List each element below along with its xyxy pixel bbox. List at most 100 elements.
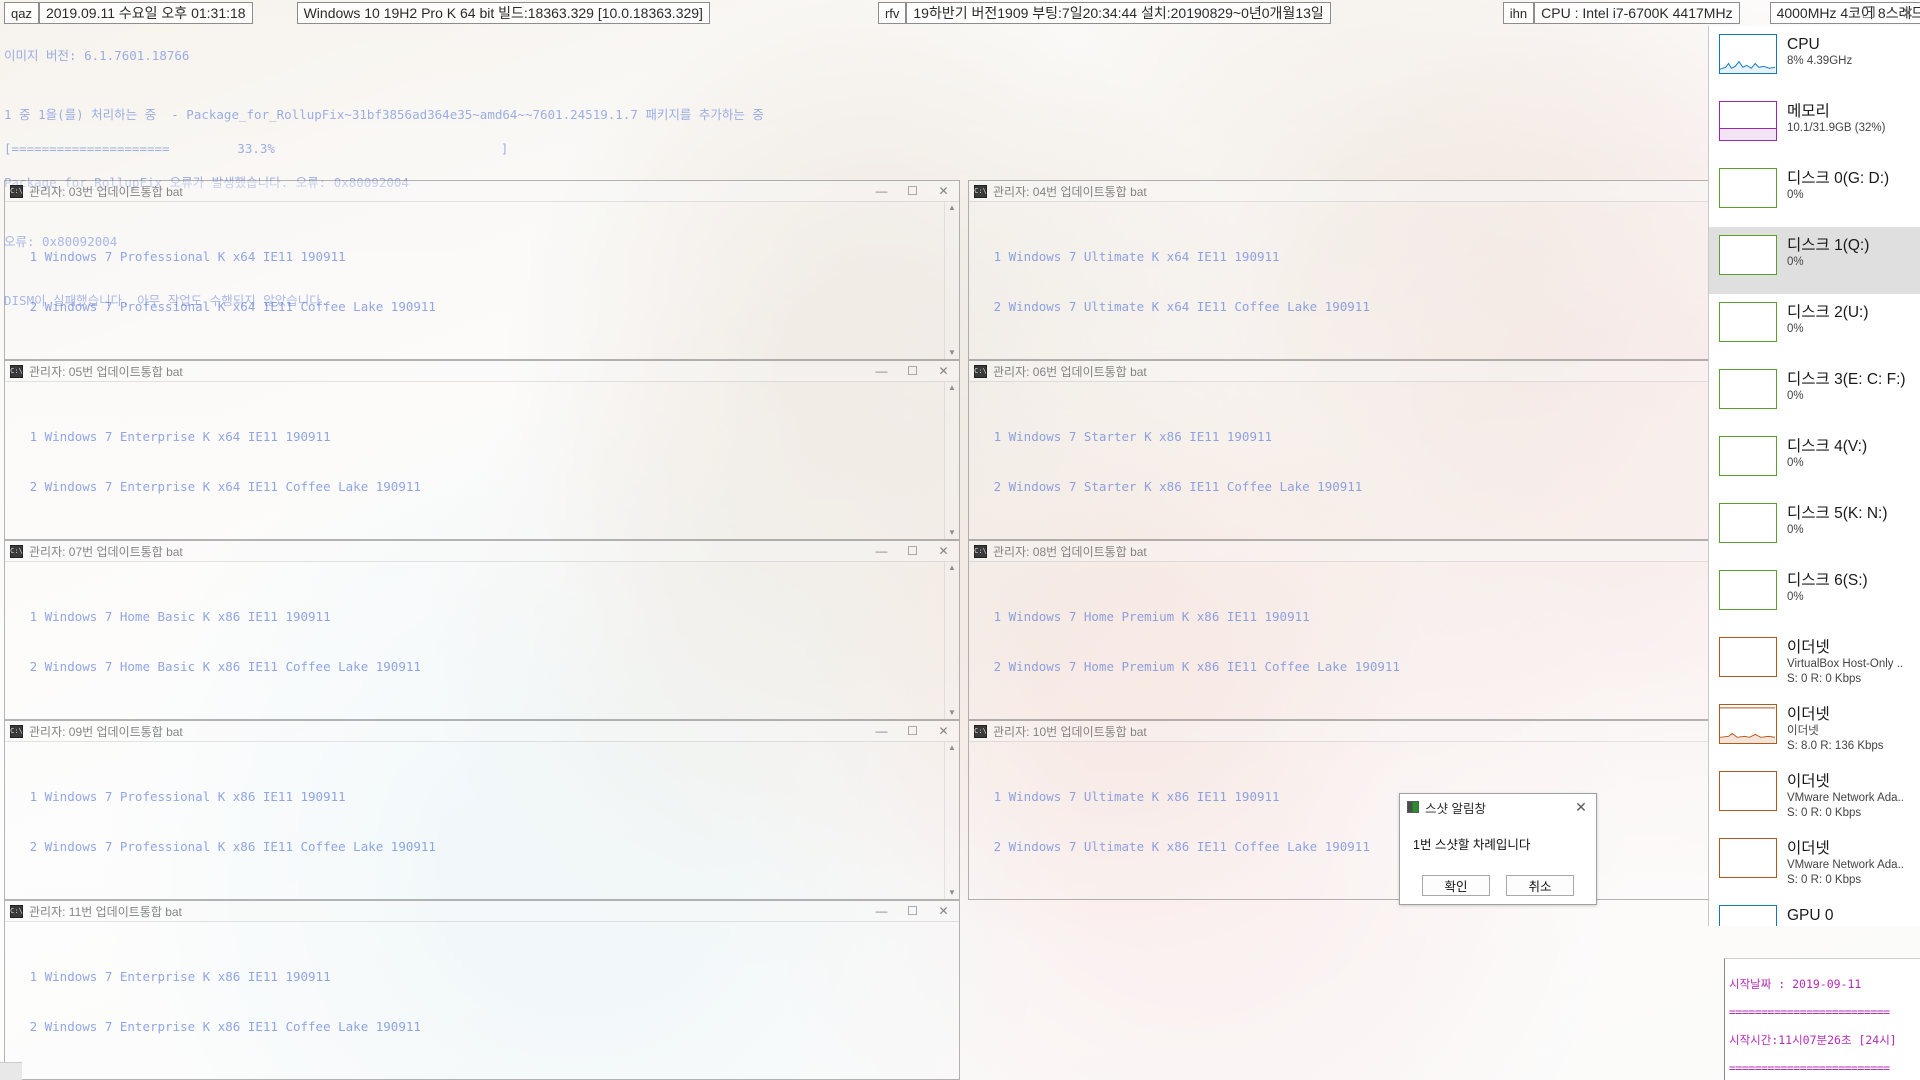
resource-graph-thumbnail — [1719, 905, 1777, 926]
task-manager-item[interactable]: 디스크 6(S:) 0% — [1709, 562, 1920, 629]
console-body: 1 Windows 7 Professional K x64 IE11 1909… — [5, 202, 959, 359]
console-titlebar[interactable]: C:\ 관리자: 07번 업데이트통합 bat — ☐ ✕ — [5, 541, 959, 562]
resource-value: 0% — [1787, 591, 1804, 603]
dism-line-0: 이미지 버전: 6.1.7601.18766 — [4, 48, 190, 63]
console-window-07[interactable]: C:\ 관리자: 07번 업데이트통합 bat — ☐ ✕ 1 Windows … — [4, 540, 960, 720]
console-title-label: 관리자: 07번 업데이트통합 bat — [29, 544, 183, 559]
sparkline — [1720, 707, 1776, 743]
topbar-key-label: qaz — [11, 5, 32, 21]
scroll-up-icon[interactable]: ▲ — [948, 382, 956, 394]
task-manager-item[interactable]: 이더넷 VMware Network Ada.. S: 0 R: 0 Kbps — [1709, 830, 1920, 897]
task-manager-item[interactable]: 디스크 0(G: D:) 0% — [1709, 160, 1920, 227]
console-icon: C:\ — [974, 544, 987, 558]
snapshot-alert-dialog[interactable]: 스샷 알림창 ✕ 1번 스샷할 차례입니다 확인 취소 — [1399, 793, 1597, 905]
console-title-label: 관리자: 11번 업데이트통합 bat — [29, 904, 182, 919]
cancel-button[interactable]: 취소 — [1506, 875, 1574, 896]
minimize-button[interactable]: — — [866, 181, 897, 202]
scroll-down-icon[interactable]: ▼ — [948, 887, 956, 899]
console-icon: C:\ — [974, 184, 987, 198]
resource-name: 디스크 3(E: C: F:) — [1787, 371, 1906, 388]
minimize-button[interactable]: — — [866, 361, 897, 382]
maximize-button[interactable]: ☐ — [897, 181, 928, 202]
resource-subtitle: VirtualBox Host-Only .. — [1787, 658, 1904, 670]
close-button[interactable]: ✕ — [928, 181, 959, 202]
task-manager-item[interactable]: 이더넷 이더넷 S: 8.0 R: 136 Kbps — [1709, 696, 1920, 763]
maximize-button[interactable]: ☐ — [897, 361, 928, 382]
task-manager-item[interactable]: 메모리 10.1/31.9GB (32%) — [1709, 93, 1920, 160]
console-scrollbar[interactable]: ▲ ▼ — [944, 742, 959, 899]
topbar-boot-info: 19하반기 버전1909 부팅:7일20:34:44 설치:20190829~0… — [906, 2, 1331, 24]
taskbar-sliver — [0, 1062, 22, 1080]
task-manager-item[interactable]: CPU 8% 4.39GHz — [1709, 26, 1920, 93]
maximize-button[interactable]: ☐ — [897, 721, 928, 742]
close-button[interactable]: ✕ — [928, 541, 959, 562]
resource-name: 디스크 1(Q:) — [1787, 237, 1870, 254]
console-line-2: 2 Windows 7 Enterprise K x86 IE11 Coffee… — [7, 1018, 421, 1034]
console-line-1: 1 Windows 7 Enterprise K x64 IE11 190911 — [7, 429, 331, 444]
console-window-buttons[interactable]: — ☐ ✕ — [866, 181, 959, 202]
scroll-up-icon[interactable]: ▲ — [948, 202, 956, 214]
resource-subtitle: VMware Network Ada.. — [1787, 859, 1904, 871]
task-manager-performance-sidebar[interactable]: CPU 8% 4.39GHz 메모리 10.1/31.9GB (32%) 디스크 0(G… — [1708, 26, 1920, 926]
resource-value: S: 0 R: 0 Kbps — [1787, 874, 1862, 886]
console-window-09[interactable]: C:\ 관리자: 09번 업데이트통합 bat — ☐ ✕ 1 Windows … — [4, 720, 960, 900]
close-icon[interactable]: ✕ — [1901, 4, 1914, 22]
maximize-button[interactable]: ☐ — [897, 541, 928, 562]
console-window-buttons[interactable]: — ☐ ✕ — [866, 541, 959, 562]
console-titlebar[interactable]: C:\ 관리자: 03번 업데이트통합 bat — ☐ ✕ — [5, 181, 959, 202]
resource-value: 8% 4.39GHz — [1787, 55, 1853, 67]
console-body: 1 Windows 7 Home Basic K x86 IE11 190911… — [5, 562, 959, 719]
task-manager-item[interactable]: 이더넷 VMware Network Ada.. S: 0 R: 0 Kbps — [1709, 763, 1920, 830]
task-manager-item[interactable]: 디스크 5(K: N:) 0% — [1709, 495, 1920, 562]
minimize-button[interactable]: — — [866, 541, 897, 562]
console-titlebar[interactable]: C:\ 관리자: 05번 업데이트통합 bat — ☐ ✕ — [5, 361, 959, 382]
task-manager-item[interactable]: 디스크 4(V:) 0% — [1709, 428, 1920, 495]
console-titlebar[interactable]: C:\ 관리자: 11번 업데이트통합 bat — ☐ ✕ — [5, 901, 959, 922]
maximize-button[interactable]: ☐ — [897, 901, 928, 922]
close-button[interactable]: ✕ — [928, 361, 959, 382]
ok-button[interactable]: 확인 — [1422, 875, 1490, 896]
minimize-button[interactable]: — — [866, 721, 897, 742]
console-window-11[interactable]: C:\ 관리자: 11번 업데이트통합 bat — ☐ ✕ 1 Windows … — [4, 900, 960, 1080]
resource-name: 메모리 — [1787, 103, 1830, 120]
resource-name: 디스크 2(U:) — [1787, 304, 1869, 321]
close-icon[interactable]: ✕ — [1570, 799, 1592, 816]
resource-value: 0% — [1787, 524, 1804, 536]
resource-graph-thumbnail — [1719, 838, 1777, 878]
console-window-05[interactable]: C:\ 관리자: 05번 업데이트통합 bat — ☐ ✕ 1 Windows … — [4, 360, 960, 540]
console-window-buttons[interactable]: — ☐ ✕ — [866, 361, 959, 382]
resource-text: 디스크 5(K: N:) 0% — [1787, 503, 1914, 538]
dialog-buttons[interactable]: 확인 취소 — [1400, 875, 1596, 896]
restore-icon[interactable]: ❐ — [1862, 4, 1875, 22]
close-button[interactable]: ✕ — [928, 901, 959, 922]
dialog-titlebar[interactable]: 스샷 알림창 ✕ — [1400, 794, 1596, 820]
scroll-down-icon[interactable]: ▼ — [948, 707, 956, 719]
topbar-datetime: 2019.09.11 수요일 오후 01:31:18 — [38, 2, 253, 24]
console-scrollbar[interactable]: ▲ ▼ — [944, 382, 959, 539]
close-button[interactable]: ✕ — [928, 721, 959, 742]
task-manager-item[interactable]: 이더넷 VirtualBox Host-Only .. S: 0 R: 0 Kbps — [1709, 629, 1920, 696]
scroll-down-icon[interactable]: ▼ — [948, 527, 956, 539]
console-window-buttons[interactable]: — ☐ ✕ — [866, 721, 959, 742]
console-title-label: 관리자: 04번 업데이트통합 bat — [993, 184, 1147, 199]
console-scrollbar[interactable]: ▲ ▼ — [944, 202, 959, 359]
scroll-down-icon[interactable]: ▼ — [948, 347, 956, 359]
console-scrollbar[interactable]: ▲ ▼ — [944, 562, 959, 719]
resource-text: 디스크 6(S:) 0% — [1787, 570, 1914, 605]
task-manager-item[interactable]: 디스크 1(Q:) 0% — [1709, 227, 1920, 294]
console-titlebar[interactable]: C:\ 관리자: 09번 업데이트통합 bat — ☐ ✕ — [5, 721, 959, 742]
resource-text: 이더넷 VirtualBox Host-Only .. S: 0 R: 0 Kbps — [1787, 637, 1914, 687]
scroll-up-icon[interactable]: ▲ — [948, 742, 956, 754]
task-manager-item[interactable]: 디스크 3(E: C: F:) 0% — [1709, 361, 1920, 428]
resource-subtitle: 이더넷 — [1787, 725, 1819, 737]
resource-value: 0% — [1787, 256, 1804, 268]
console-title-label: 관리자: 03번 업데이트통합 bat — [29, 184, 183, 199]
console-window-buttons[interactable]: — ☐ ✕ — [866, 901, 959, 922]
task-manager-item[interactable]: 디스크 2(U:) 0% — [1709, 294, 1920, 361]
console-window-03[interactable]: C:\ 관리자: 03번 업데이트통합 bat — ☐ ✕ 1 Windows … — [4, 180, 960, 360]
scroll-up-icon[interactable]: ▲ — [948, 562, 956, 574]
task-manager-item[interactable]: GPU 0NVIDIA GeForce GTX ..5% — [1709, 897, 1920, 926]
minimize-button[interactable]: — — [866, 901, 897, 922]
console-line-2: 2 Windows 7 Home Basic K x86 IE11 Coffee… — [7, 658, 421, 674]
top-window-controls[interactable]: ❐ ✕ — [1862, 0, 1914, 26]
